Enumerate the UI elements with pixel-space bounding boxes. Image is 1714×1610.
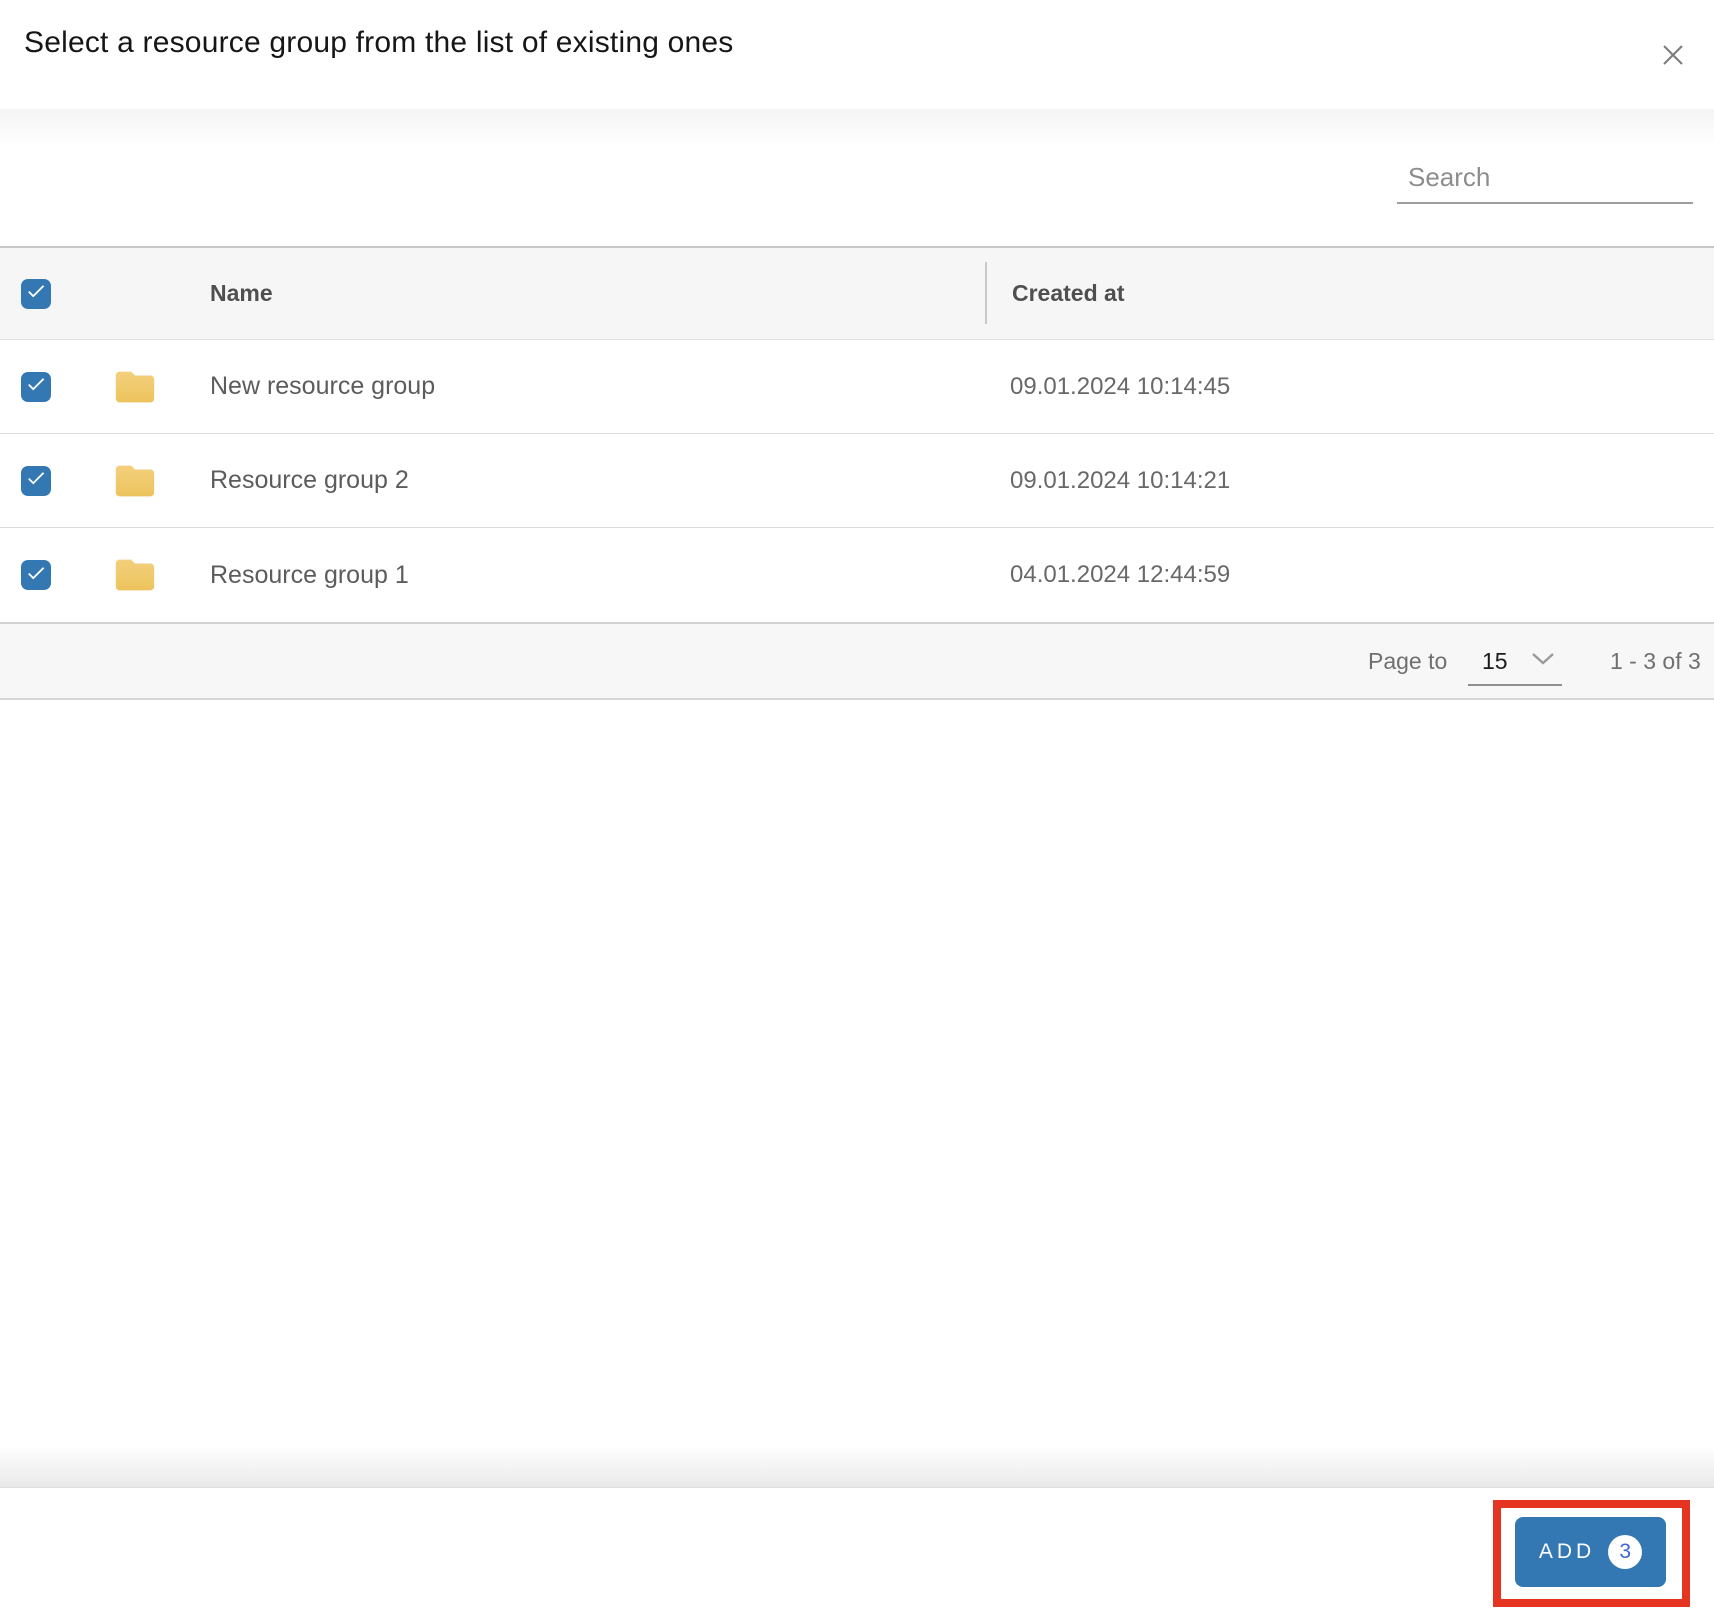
row-checkbox[interactable] (21, 560, 51, 590)
pagination-range-label: 1 - 3 of 3 (1610, 647, 1701, 674)
page-to-label: Page to (1368, 647, 1448, 674)
close-button[interactable] (1660, 42, 1686, 68)
search-input[interactable] (1397, 158, 1693, 204)
check-icon (25, 373, 47, 400)
close-icon (1660, 45, 1686, 71)
resource-group-name: Resource group 1 (210, 560, 409, 589)
dialog-titlebar: Select a resource group from the list of… (0, 0, 1714, 109)
table-row[interactable]: Resource group 1 04.01.2024 12:44:59 (0, 528, 1714, 622)
dialog-title: Select a resource group from the list of… (24, 26, 734, 59)
resource-group-name: Resource group 2 (210, 466, 409, 494)
table-row[interactable]: Resource group 2 09.01.2024 10:14:21 (0, 434, 1714, 528)
select-resource-group-dialog: Select a resource group from the list of… (0, 0, 1714, 1610)
resource-group-created-at: 09.01.2024 10:14:45 (1010, 372, 1231, 400)
folder-icon (112, 458, 158, 504)
table-row[interactable]: New resource group 09.01.2024 10:14:45 (0, 340, 1714, 434)
page-size-select[interactable]: 15 (1468, 638, 1562, 686)
column-header-name[interactable]: Name (210, 248, 273, 339)
page-size-value: 15 (1482, 647, 1508, 674)
dialog-footer (0, 1488, 1714, 1610)
row-checkbox[interactable] (21, 371, 51, 402)
column-header-created-at[interactable]: Created at (1012, 248, 1124, 339)
add-button[interactable]: ADD 3 (1515, 1517, 1666, 1587)
resource-group-created-at: 04.01.2024 12:44:59 (1010, 561, 1231, 588)
chevron-down-icon (1530, 652, 1556, 671)
selected-count-badge: 3 (1608, 1535, 1643, 1569)
folder-icon (112, 364, 158, 410)
check-icon (25, 467, 47, 494)
add-button-label: ADD (1538, 1540, 1596, 1563)
pagination-bar: Page to 15 1 - 3 of 3 (0, 622, 1714, 700)
column-divider (985, 262, 987, 324)
resource-group-name: New resource group (210, 372, 436, 400)
check-icon (25, 280, 47, 307)
resource-group-created-at: 09.01.2024 10:14:21 (1010, 466, 1231, 494)
row-checkbox[interactable] (21, 465, 51, 496)
select-all-checkbox[interactable] (21, 278, 51, 309)
footer-shadow (0, 1446, 1714, 1488)
titlebar-shadow (0, 109, 1714, 145)
check-icon (25, 562, 47, 589)
folder-icon (112, 552, 158, 598)
table-header: Name Created at (0, 246, 1714, 340)
